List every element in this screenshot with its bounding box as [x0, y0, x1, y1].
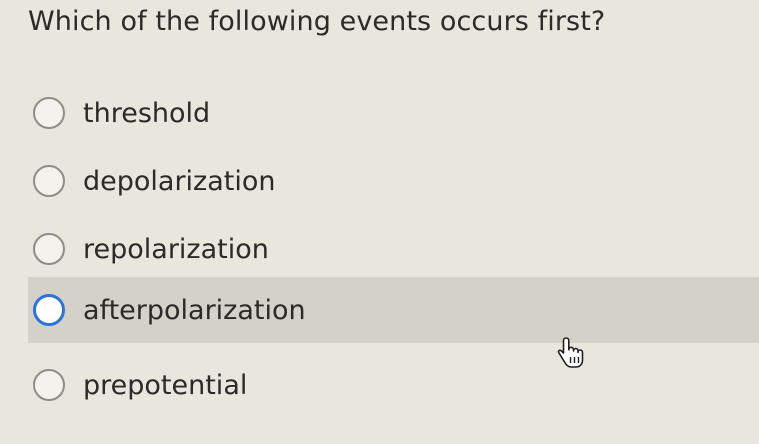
radio-button-icon[interactable]	[33, 294, 65, 326]
option-threshold[interactable]: threshold	[0, 80, 759, 146]
option-label: prepotential	[83, 369, 248, 401]
radio-button-icon[interactable]	[33, 369, 65, 401]
option-repolarization[interactable]: repolarization	[0, 216, 759, 282]
option-depolarization[interactable]: depolarization	[0, 148, 759, 214]
option-label: afterpolarization	[83, 294, 306, 326]
option-label: depolarization	[83, 165, 276, 197]
radio-button-icon[interactable]	[33, 165, 65, 197]
option-label: threshold	[83, 97, 211, 129]
question-text: Which of the following events occurs fir…	[28, 6, 606, 37]
radio-button-icon[interactable]	[33, 233, 65, 265]
option-label: repolarization	[83, 233, 269, 265]
option-afterpolarization[interactable]: afterpolarization	[28, 277, 759, 343]
hand-pointer-icon	[557, 337, 584, 368]
option-prepotential[interactable]: prepotential	[0, 352, 759, 418]
radio-button-icon[interactable]	[33, 97, 65, 129]
